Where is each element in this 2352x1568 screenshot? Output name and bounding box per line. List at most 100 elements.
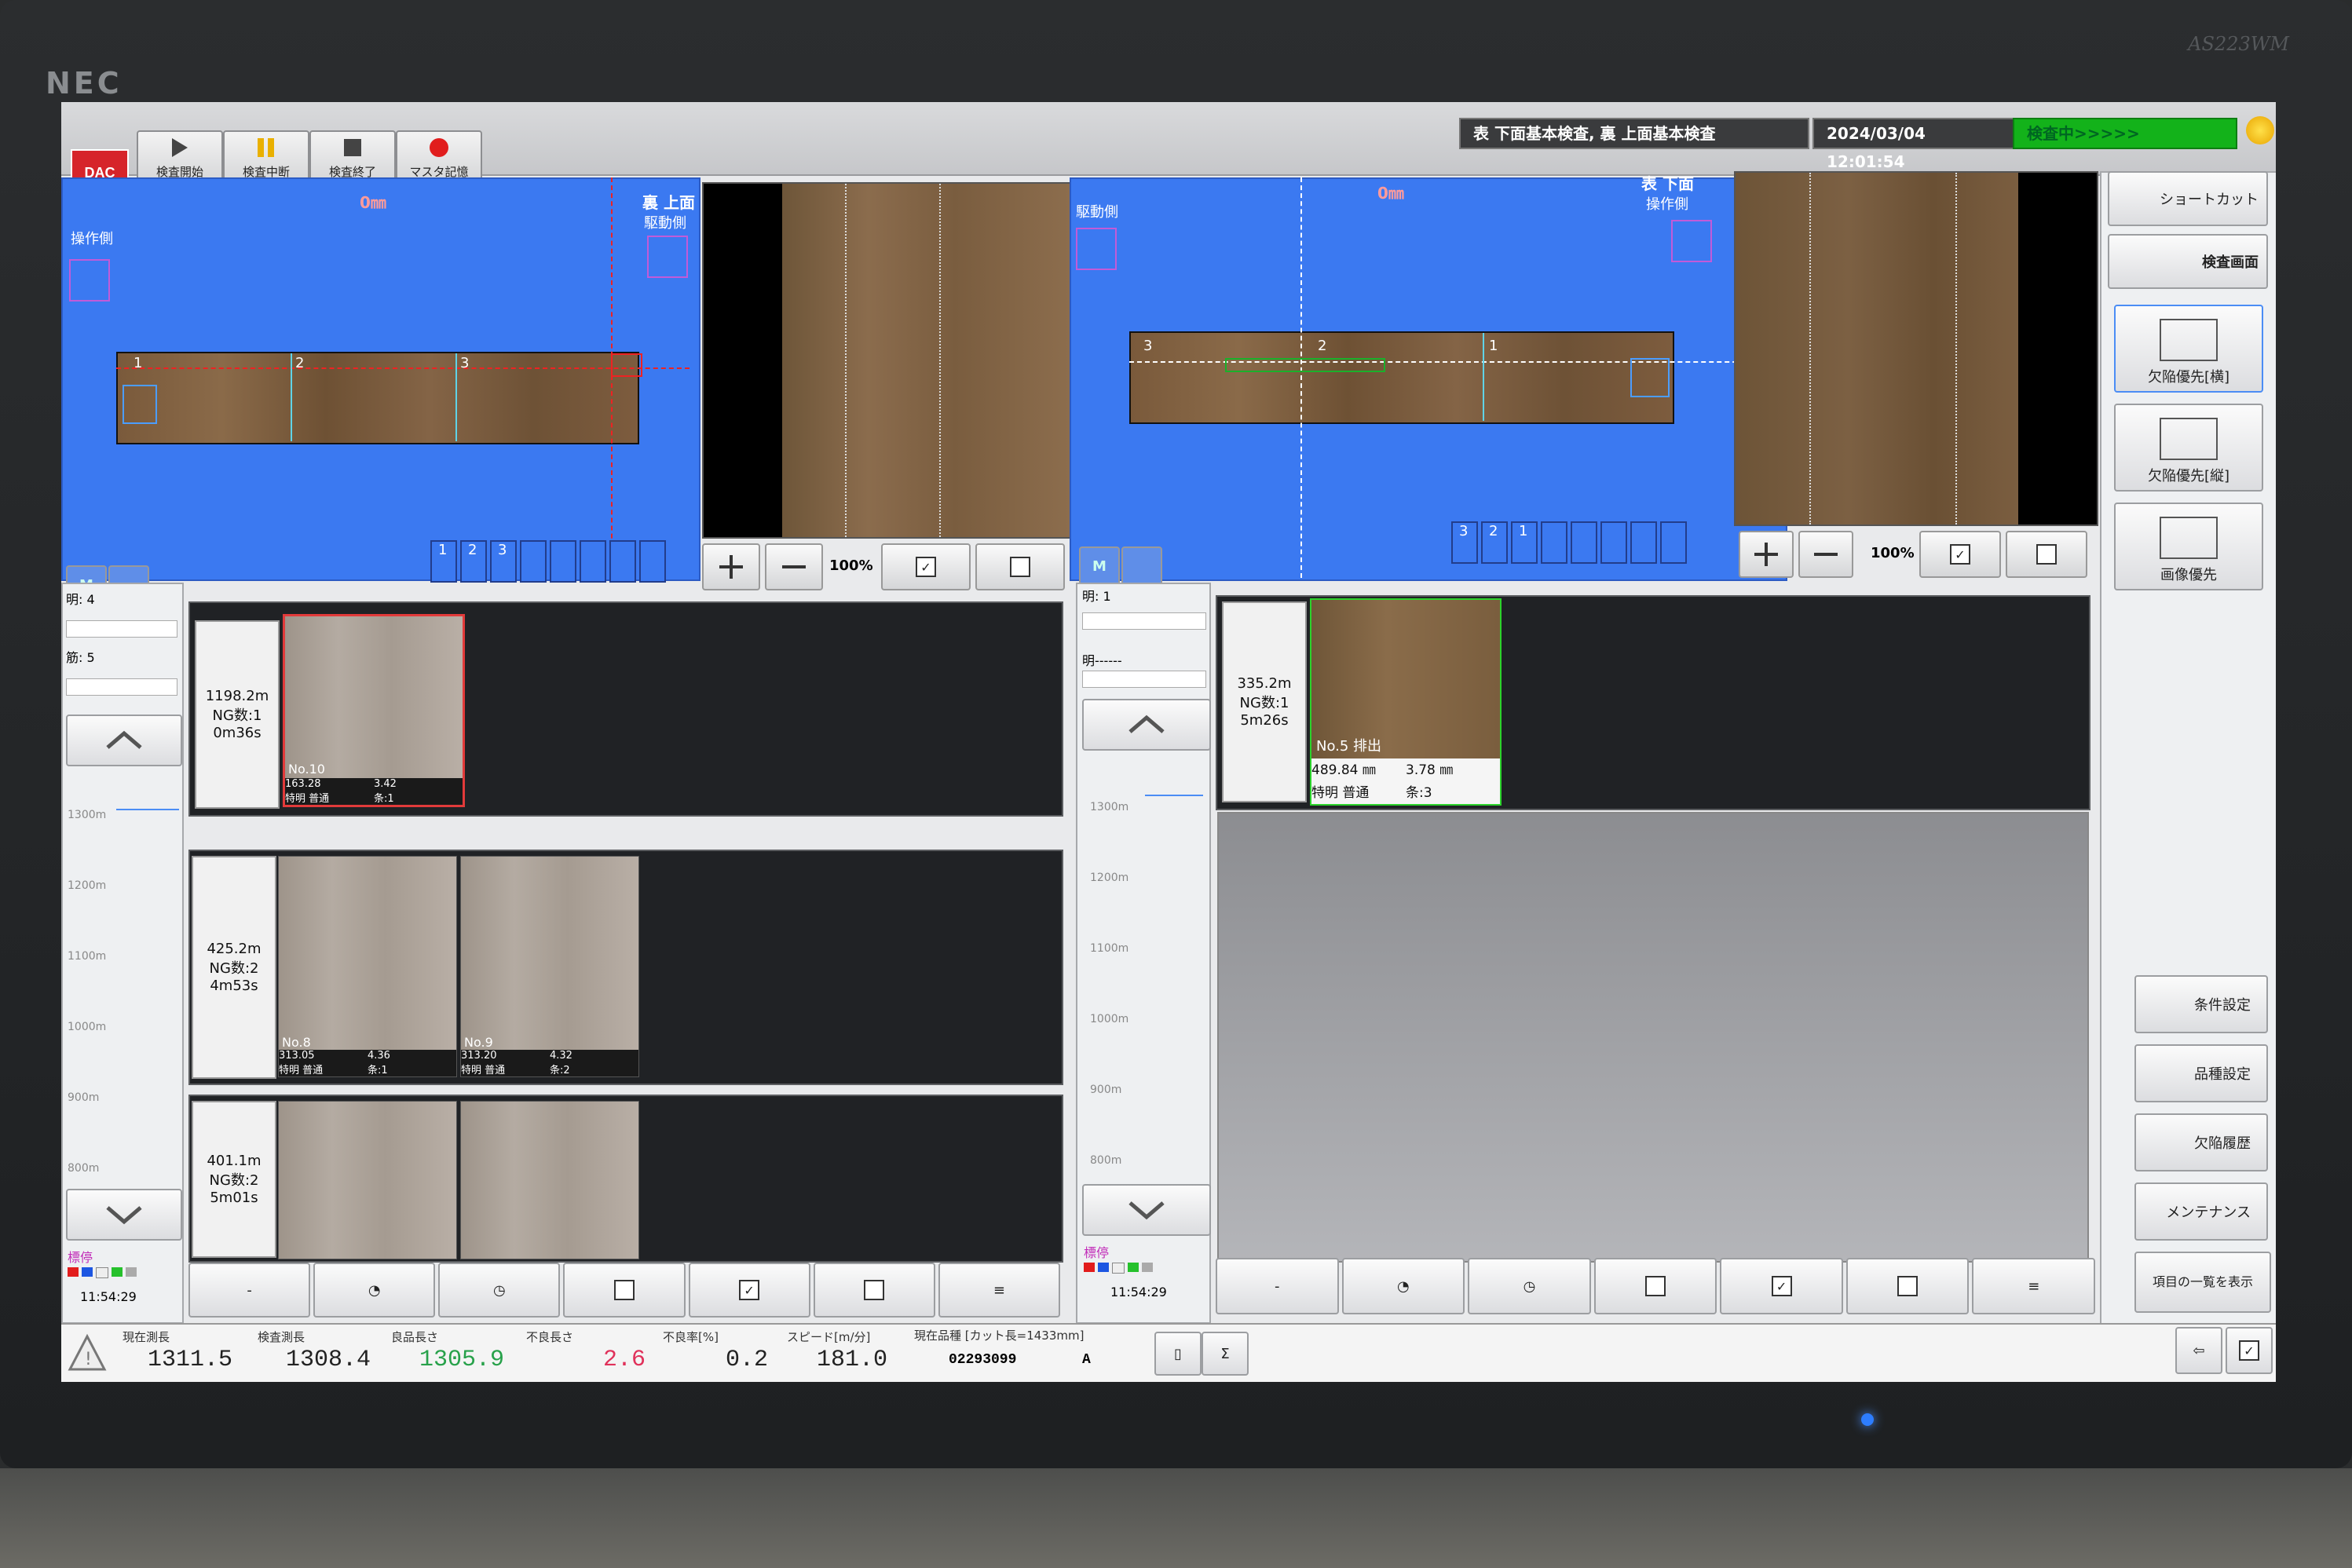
shortcut-button[interactable]: ショートカット	[2108, 171, 2268, 226]
lane-divider	[455, 353, 457, 441]
lane-button[interactable]: 1	[430, 540, 457, 583]
dash-button[interactable]: -	[1216, 1258, 1339, 1314]
defect-length-value: 2.6	[603, 1347, 646, 1373]
scroll-down-button[interactable]	[1082, 1184, 1211, 1236]
zoom-out-button[interactable]	[1798, 531, 1853, 578]
left-list-toolbar: - ◔ ◷ ✓ ≡	[188, 1263, 1060, 1318]
inspection-screen-button[interactable]: 検査画面	[2108, 234, 2268, 289]
scroll-down-button[interactable]	[66, 1189, 182, 1241]
right-lane-selector: 3 2 1	[1451, 521, 1687, 564]
dash-button[interactable]: -	[188, 1263, 311, 1318]
lane-button[interactable]	[1630, 521, 1657, 564]
defect-history-button[interactable]: 欠陥履歴	[2134, 1113, 2268, 1171]
lane-button[interactable]	[1600, 521, 1627, 564]
svg-text:!: !	[85, 1350, 92, 1369]
left-bright-filter[interactable]: 明: 4	[66, 589, 95, 608]
defect-thumbnail[interactable]: No.8 313.05 4.36 特明 普通 条:1	[278, 856, 457, 1077]
left-bright-slider[interactable]	[66, 620, 177, 638]
lane-button[interactable]: 3	[490, 540, 517, 583]
left-direction-marker[interactable]	[69, 259, 110, 302]
left-roi-box-2[interactable]	[123, 385, 157, 424]
lane-button[interactable]	[639, 540, 666, 583]
defect-priority-horizontal-button[interactable]: 欠陥優先[横]	[2114, 305, 2263, 393]
right-roi-box[interactable]	[1630, 358, 1670, 397]
right-crosshair-toggle[interactable]: ✓	[1919, 531, 2001, 578]
zoom-out-button[interactable]	[765, 543, 823, 590]
left-web-strip	[116, 352, 639, 444]
monitor-model: AS223WM	[2188, 33, 2289, 55]
lane-button[interactable]	[580, 540, 606, 583]
filter-toggle[interactable]	[1593, 1258, 1717, 1314]
defect-thumbnail[interactable]: No.10 163.28 3.42 特明 普通 条:1	[283, 614, 465, 807]
filter-toggle[interactable]	[563, 1263, 686, 1318]
lane-button[interactable]	[550, 540, 576, 583]
good-length-label: 良品長さ	[391, 1330, 439, 1344]
checkbox-checked-icon: ✓	[916, 557, 936, 577]
right-bright-filter[interactable]: 明: 1	[1082, 586, 1111, 605]
mark-3: 3	[460, 355, 470, 371]
scroll-up-button[interactable]	[1082, 699, 1211, 751]
left-filmstrip-toggle[interactable]	[975, 543, 1065, 590]
status-badge: 検査中>>>>>	[2013, 118, 2237, 149]
right-line-filter[interactable]: 明------	[1082, 650, 1122, 669]
lane-button[interactable]	[609, 540, 636, 583]
left-defect-info[interactable]: 425.2m NG数:2 4m53s	[192, 856, 276, 1079]
history-icon[interactable]: ◔	[1341, 1258, 1465, 1314]
lane-button[interactable]	[1571, 521, 1597, 564]
checkbox-icon	[1010, 557, 1030, 577]
maintenance-button[interactable]: メンテナンス	[2134, 1182, 2268, 1241]
condition-settings-button[interactable]: 条件設定	[2134, 975, 2268, 1033]
right-filmstrip-toggle[interactable]	[2006, 531, 2087, 578]
left-direction-marker[interactable]	[1076, 228, 1117, 270]
defect-thumbnail[interactable]: No.5 排出 489.84 ㎜ 3.78 ㎜ 特明 普通 条:3	[1310, 598, 1502, 806]
sigma-icon[interactable]: Σ	[1202, 1332, 1249, 1376]
lane-button[interactable]	[1660, 521, 1687, 564]
menu-icon[interactable]: ≡	[1972, 1258, 2096, 1314]
highlight-toggle[interactable]: ✓	[1720, 1258, 1843, 1314]
right-defect-band[interactable]	[1225, 358, 1385, 372]
defect-thumbnail[interactable]: No.9 313.20 4.32 特明 普通 条:2	[460, 856, 639, 1077]
plus-icon	[719, 555, 743, 579]
print-icon[interactable]: ▯	[1154, 1332, 1202, 1376]
show-item-list-button[interactable]: 項目の一覧を表示	[2134, 1252, 2271, 1313]
export-icon[interactable]: ⇦	[2175, 1327, 2222, 1374]
left-defect-info[interactable]: 401.1m NG数:2 5m01s	[192, 1101, 276, 1258]
right-side-label-left: 駆動側	[1076, 204, 1118, 221]
lane-button[interactable]: 1	[1511, 521, 1538, 564]
right-m-button[interactable]: M	[1079, 546, 1120, 586]
right-split-button[interactable]	[1121, 546, 1162, 586]
lane-button[interactable]: 2	[1481, 521, 1508, 564]
left-line-slider[interactable]	[66, 678, 177, 696]
clock-icon[interactable]: ◷	[438, 1263, 561, 1318]
left-line-filter[interactable]: 筋: 5	[66, 647, 95, 666]
window-toggle[interactable]	[1845, 1258, 1970, 1314]
history-icon[interactable]: ◔	[313, 1263, 436, 1318]
lane-button[interactable]: 2	[460, 540, 487, 583]
camera-image	[1736, 173, 2018, 524]
product-settings-button[interactable]: 品種設定	[2134, 1044, 2268, 1102]
warning-icon[interactable]: !	[68, 1333, 107, 1372]
right-line-slider[interactable]	[1082, 671, 1206, 688]
defect-thumbnail[interactable]	[460, 1101, 639, 1259]
zoom-in-button[interactable]	[702, 543, 760, 590]
left-defect-info[interactable]: 1198.2m NG数:1 0m36s	[195, 620, 280, 809]
left-crosshair-toggle[interactable]: ✓	[881, 543, 971, 590]
lane-button[interactable]	[520, 540, 547, 583]
image-priority-button[interactable]: 画像優先	[2114, 503, 2263, 590]
right-direction-marker[interactable]	[647, 236, 688, 278]
clock-icon[interactable]: ◷	[1468, 1258, 1591, 1314]
zoom-in-button[interactable]	[1739, 531, 1794, 578]
highlight-toggle[interactable]: ✓	[688, 1263, 810, 1318]
defect-priority-vertical-button[interactable]: 欠陥優先[縦]	[2114, 404, 2263, 492]
right-direction-marker[interactable]	[1671, 220, 1712, 262]
right-defect-info[interactable]: 335.2m NG数:1 5m26s	[1222, 601, 1307, 802]
menu-icon[interactable]: ≡	[938, 1263, 1060, 1318]
scroll-up-button[interactable]	[66, 715, 182, 766]
lane-button[interactable]: 3	[1451, 521, 1478, 564]
settings-toggle[interactable]: ✓	[2226, 1327, 2273, 1374]
window-toggle[interactable]	[813, 1263, 935, 1318]
left-roi-box[interactable]	[611, 353, 642, 377]
right-bright-slider[interactable]	[1082, 612, 1206, 630]
defect-thumbnail[interactable]	[278, 1101, 457, 1259]
lane-button[interactable]	[1541, 521, 1567, 564]
